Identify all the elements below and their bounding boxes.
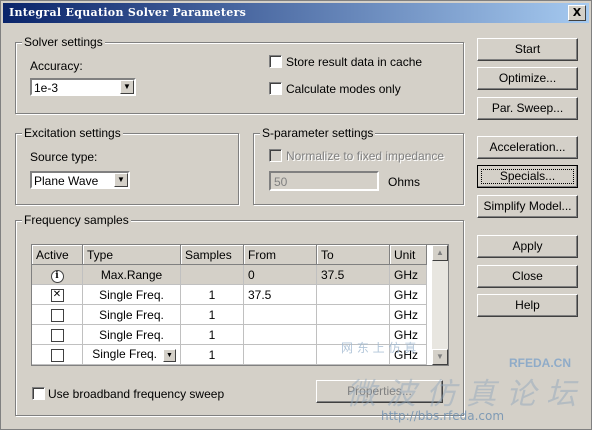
row-active-checkbox[interactable] xyxy=(50,328,64,342)
specials-button[interactable]: Specials... xyxy=(477,165,578,188)
excitation-settings-label: Excitation settings xyxy=(22,126,123,140)
row-from[interactable] xyxy=(243,304,317,325)
sparameter-settings-label: S-parameter settings xyxy=(260,126,376,140)
impedance-value: 50 xyxy=(274,175,288,189)
chevron-down-icon[interactable]: ▼ xyxy=(114,173,128,187)
row-samples[interactable]: 1 xyxy=(180,284,244,305)
simplify-model-button[interactable]: Simplify Model... xyxy=(477,195,578,218)
help-button[interactable]: Help xyxy=(477,294,578,317)
impedance-field[interactable]: 50 xyxy=(269,171,379,191)
row-unit[interactable]: GHz xyxy=(389,304,427,325)
column-header-type[interactable]: Type xyxy=(82,245,181,265)
watermark-chinese: 微波仿真论坛 xyxy=(346,377,586,412)
calculate-modes-label: Calculate modes only xyxy=(286,82,401,96)
row-type[interactable]: Single Freq. xyxy=(92,347,157,361)
info-samples xyxy=(180,264,244,285)
window-title: Integral Equation Solver Parameters xyxy=(9,6,247,19)
row-type[interactable]: Single Freq. xyxy=(82,284,181,305)
scroll-down-icon[interactable]: ▼ xyxy=(432,349,448,365)
row-from[interactable]: 37.5 xyxy=(243,284,317,305)
ohms-label: Ohms xyxy=(388,175,421,189)
scroll-up-icon[interactable]: ▲ xyxy=(432,245,448,261)
accuracy-select[interactable]: 1e-3 ▼ xyxy=(30,78,136,96)
source-type-value: Plane Wave xyxy=(34,174,99,188)
source-type-label: Source type: xyxy=(30,150,98,164)
accuracy-value: 1e-3 xyxy=(34,81,59,95)
start-button[interactable]: Start xyxy=(477,38,578,61)
column-header-unit[interactable]: Unit xyxy=(389,245,427,265)
row-active-checkbox[interactable] xyxy=(50,348,64,362)
row-samples[interactable]: 1 xyxy=(180,344,244,365)
row-samples[interactable]: 1 xyxy=(180,304,244,325)
column-header-to[interactable]: To xyxy=(316,245,390,265)
acceleration-button[interactable]: Acceleration... xyxy=(477,136,578,159)
row-type[interactable]: Single Freq. xyxy=(82,304,181,325)
info-unit: GHz xyxy=(389,264,427,285)
chevron-down-icon[interactable]: ▼ xyxy=(163,348,176,362)
watermark-url: http://bbs.rfeda.com xyxy=(381,409,505,423)
frequency-samples-label: Frequency samples xyxy=(22,213,131,227)
watermark-logo: RFEDA.CN xyxy=(509,356,571,370)
row-samples[interactable]: 1 xyxy=(180,324,244,345)
info-icon: i xyxy=(50,269,64,283)
close-button[interactable]: Close xyxy=(477,265,578,288)
normalize-label: Normalize to fixed impedance xyxy=(286,149,445,163)
row-to[interactable] xyxy=(316,284,390,305)
close-icon[interactable]: X xyxy=(568,5,586,21)
excitation-settings-group: Excitation settings xyxy=(15,126,239,205)
solver-settings-label: Solver settings xyxy=(22,35,105,49)
normalize-checkbox[interactable] xyxy=(269,149,282,162)
accuracy-label: Accuracy: xyxy=(30,59,83,73)
store-result-label: Store result data in cache xyxy=(286,55,423,69)
table-row: i Max.Range 0 37.5 GHz xyxy=(32,264,427,285)
row-active-checkbox[interactable]: ✕ xyxy=(50,288,64,302)
column-header-active[interactable]: Active xyxy=(32,245,83,265)
row-active-checkbox[interactable] xyxy=(50,308,64,322)
par-sweep-button[interactable]: Par. Sweep... xyxy=(477,97,578,120)
row-type[interactable]: Single Freq. xyxy=(82,324,181,345)
column-header-from[interactable]: From xyxy=(243,245,317,265)
store-result-checkbox[interactable] xyxy=(269,55,282,68)
info-from: 0 xyxy=(243,264,317,285)
table-scrollbar[interactable]: ▲ ▼ xyxy=(432,245,448,365)
source-type-select[interactable]: Plane Wave ▼ xyxy=(30,171,130,189)
apply-button[interactable]: Apply xyxy=(477,235,578,258)
row-from[interactable] xyxy=(243,344,317,365)
info-type: Max.Range xyxy=(82,264,181,285)
row-from[interactable] xyxy=(243,324,317,345)
broadband-label: Use broadband frequency sweep xyxy=(48,387,225,401)
row-unit[interactable]: GHz xyxy=(389,284,427,305)
calculate-modes-checkbox[interactable] xyxy=(269,82,282,95)
table-row[interactable]: ✕ Single Freq. 1 37.5 GHz xyxy=(32,284,427,305)
title-bar[interactable]: Integral Equation Solver Parameters X xyxy=(3,3,589,23)
chevron-down-icon[interactable]: ▼ xyxy=(120,80,134,94)
specials-label: Specials... xyxy=(481,169,574,184)
optimize-button[interactable]: Optimize... xyxy=(477,67,578,90)
row-to[interactable] xyxy=(316,304,390,325)
dialog-window: Integral Equation Solver Parameters X So… xyxy=(0,0,592,430)
sparameter-settings-group: S-parameter settings xyxy=(253,126,464,205)
column-header-samples[interactable]: Samples xyxy=(180,245,244,265)
broadband-checkbox[interactable] xyxy=(32,387,45,400)
info-to: 37.5 xyxy=(316,264,390,285)
table-header-row: Active Type Samples From To Unit xyxy=(32,245,427,265)
watermark-line: 网 东 上 仿 真 xyxy=(341,341,417,355)
table-row[interactable]: Single Freq. 1 GHz xyxy=(32,304,427,325)
